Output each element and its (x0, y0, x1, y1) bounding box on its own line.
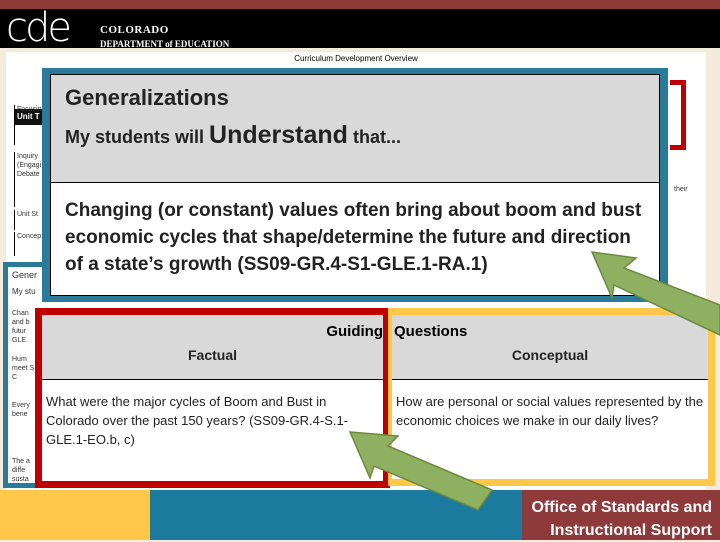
arrow-icon (590, 251, 720, 336)
arrows-layer (348, 251, 720, 511)
arrow-icon (348, 431, 494, 511)
